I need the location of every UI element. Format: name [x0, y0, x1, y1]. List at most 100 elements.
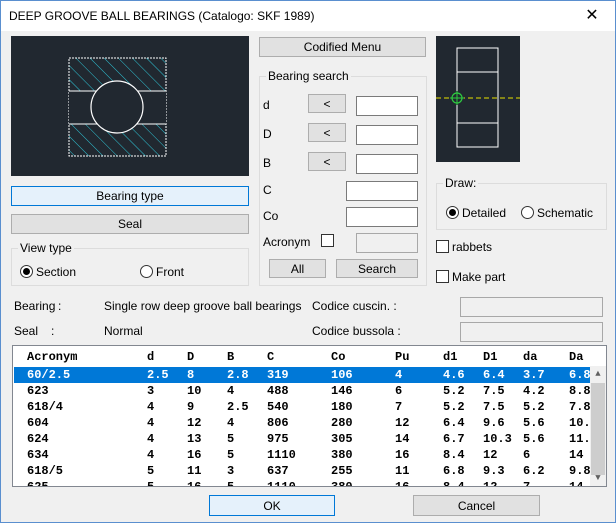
table-cell: 4.6: [443, 368, 465, 382]
column-header: d1: [443, 350, 458, 364]
table-cell: 6: [395, 384, 403, 398]
radio-section[interactable]: [20, 265, 33, 278]
table-row[interactable]: 618/5 5 11 3 637 255 11 6.8 9.3 6.2 9.8: [14, 463, 592, 479]
seal-colon: :: [51, 324, 55, 338]
table-cell: 5.6: [523, 432, 545, 446]
table-cell: 5.2: [443, 400, 465, 414]
table-cell: 10.: [569, 416, 591, 430]
codice-bussola-input[interactable]: [460, 322, 603, 342]
table-cell: 7.8: [569, 400, 591, 414]
table-cell: 12: [187, 416, 202, 430]
table-cell: 6.8: [569, 368, 591, 382]
cancel-button[interactable]: Cancel: [413, 495, 540, 516]
table-cell: 634: [27, 448, 49, 462]
D-less-button[interactable]: <: [308, 123, 346, 142]
table-cell: 12: [395, 416, 410, 430]
table-cell: 11: [187, 464, 202, 478]
codice-cuscin-input[interactable]: [460, 297, 603, 317]
table-cell: 975: [267, 432, 289, 446]
table-cell: 9.3: [483, 464, 505, 478]
d-less-button[interactable]: <: [308, 94, 346, 113]
search-button[interactable]: Search: [336, 259, 418, 278]
close-icon[interactable]: ✕: [569, 1, 615, 31]
seal-value: Normal: [104, 324, 143, 338]
acronym-input[interactable]: [356, 233, 418, 253]
bearing-type-button[interactable]: Bearing type: [11, 186, 249, 206]
table-cell: 16: [187, 448, 202, 462]
draw-group: Draw: Detailed Schematic: [436, 176, 607, 230]
front-preview: [436, 36, 520, 162]
C-input[interactable]: [346, 181, 418, 201]
table-row[interactable]: 60/2.5 2.5 8 2.8 319 106 4 4.6 6.4 3.7 6.8: [14, 367, 592, 383]
table-cell: 625: [27, 480, 49, 487]
acronym-checkbox[interactable]: [321, 234, 334, 247]
table-cell: 4: [147, 432, 155, 446]
table-cell: 3.7: [523, 368, 545, 382]
table-cell: 10: [187, 384, 202, 398]
all-button[interactable]: All: [269, 259, 326, 278]
radio-section-label: Section: [36, 265, 77, 279]
rabbets-checkbox[interactable]: [436, 240, 449, 253]
table-cell: 3: [227, 464, 235, 478]
table-cell: 11: [395, 464, 410, 478]
table-cell: 4: [147, 416, 155, 430]
scroll-down-icon[interactable]: ▼: [590, 470, 606, 486]
table-cell: 6.4: [483, 368, 505, 382]
Co-input[interactable]: [346, 207, 418, 227]
table-row[interactable]: 623 3 10 4 488 146 6 5.2 7.5 4.2 8.8: [14, 383, 592, 399]
table-cell: 8: [187, 368, 195, 382]
radio-front[interactable]: [140, 265, 153, 278]
table-cell: 380: [331, 480, 353, 487]
column-header: C: [267, 350, 275, 364]
codice-bussola-label: Codice bussola :: [312, 324, 401, 338]
scroll-thumb[interactable]: [591, 383, 605, 475]
make-part-label: Make part: [452, 270, 506, 284]
table-cell: 6.7: [443, 432, 465, 446]
field-D-label: D: [263, 127, 272, 141]
column-header: Pu: [395, 350, 410, 364]
radio-detailed[interactable]: [446, 206, 459, 219]
table-cell: 7: [523, 480, 531, 487]
bearing-dialog: DEEP GROOVE BALL BEARINGS (Catalogo: SKF…: [0, 0, 616, 523]
d-input[interactable]: [356, 96, 418, 116]
table-cell: 6.4: [443, 416, 465, 430]
ok-button[interactable]: OK: [209, 495, 335, 516]
bearing-colon: :: [58, 299, 62, 313]
B-less-button[interactable]: <: [308, 152, 346, 171]
vertical-scrollbar[interactable]: ▲ ▼: [590, 366, 606, 486]
field-C-label: C: [263, 183, 272, 197]
table-cell: 11.: [569, 432, 591, 446]
bearing-label: Bearing: [14, 299, 56, 313]
D-input[interactable]: [356, 125, 418, 145]
table-cell: 9.6: [483, 416, 505, 430]
B-input[interactable]: [356, 154, 418, 174]
table-row[interactable]: 624 4 13 5 975 305 14 6.7 10.3 5.6 11.: [14, 431, 592, 447]
table-cell: 4.2: [523, 384, 545, 398]
bearing-search-label: Bearing search: [266, 69, 351, 83]
table-cell: 604: [27, 416, 49, 430]
codified-menu-button[interactable]: Codified Menu: [259, 37, 426, 57]
table-row[interactable]: 604 4 12 4 806 280 12 6.4 9.6 5.6 10.: [14, 415, 592, 431]
table-row[interactable]: 618/4 4 9 2.5 540 180 7 5.2 7.5 5.2 7.8: [14, 399, 592, 415]
table-cell: 4: [227, 416, 235, 430]
radio-schematic[interactable]: [521, 206, 534, 219]
radio-schematic-label: Schematic: [537, 206, 594, 220]
table-row[interactable]: 625 5 16 5 1110 380 16 8.4 12 7 14: [14, 479, 592, 487]
bearing-list[interactable]: Acronym d D B C Co Pu d1 D1 da Da 60/2.5 2.5 8 2.8 319…: [12, 345, 607, 487]
table-cell: 624: [27, 432, 49, 446]
table-row[interactable]: 634 4 16 5 1110 380 16 8.4 12 6 14: [14, 447, 592, 463]
table-cell: 146: [331, 384, 353, 398]
seal-button[interactable]: Seal: [11, 214, 249, 234]
column-header: D1: [483, 350, 498, 364]
scroll-up-icon[interactable]: ▲: [590, 366, 606, 382]
table-cell: 7: [395, 400, 403, 414]
table-cell: 3: [147, 384, 155, 398]
column-header: D: [187, 350, 195, 364]
table-cell: 6.2: [523, 464, 545, 478]
section-preview: [11, 36, 249, 176]
make-part-checkbox[interactable]: [436, 270, 449, 283]
table-cell: 305: [331, 432, 353, 446]
table-cell: 9: [187, 400, 195, 414]
table-cell: 6: [523, 448, 531, 462]
table-cell: 16: [187, 480, 202, 487]
